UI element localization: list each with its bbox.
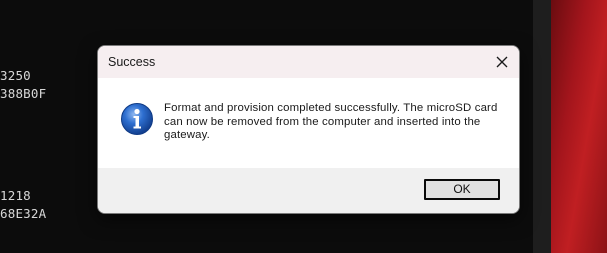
dialog-message: Format and provision completed successfu… <box>164 102 498 141</box>
ok-button[interactable]: OK <box>424 179 500 200</box>
information-icon <box>120 102 154 136</box>
dialog-title: Success <box>108 55 156 69</box>
dialog-body: Format and provision completed successfu… <box>98 78 519 168</box>
console-line: 1218 <box>0 188 31 203</box>
dialog-footer: OK <box>98 168 519 213</box>
screen: 3250 388B0F 1218 68E32A Success Format a… <box>0 0 607 253</box>
close-icon[interactable] <box>493 53 511 71</box>
console-line: 388B0F <box>0 86 47 101</box>
console-line: 3250 <box>0 68 31 83</box>
console-line: 68E32A <box>0 206 47 221</box>
console-scrollbar-area <box>533 0 551 253</box>
desktop-wallpaper <box>551 0 607 253</box>
success-dialog: Success Format and provision completed s… <box>97 45 520 214</box>
dialog-titlebar[interactable]: Success <box>98 46 519 78</box>
